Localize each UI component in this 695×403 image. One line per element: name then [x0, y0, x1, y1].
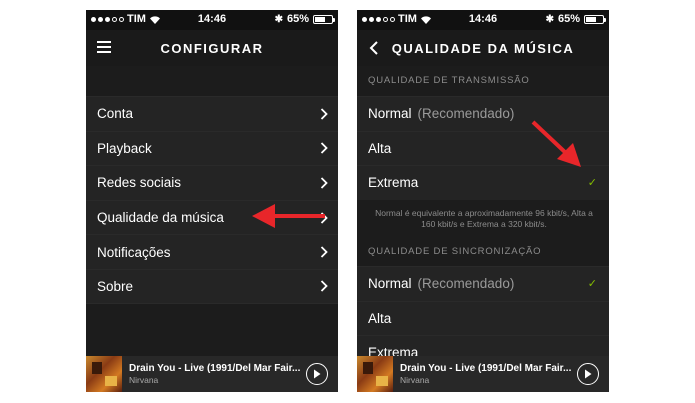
menu-icon[interactable]	[97, 41, 111, 53]
streaming-quality-options: Normal (Recomendado) Alta Extrema ✓	[357, 96, 609, 200]
menu-item-label: Redes sociais	[97, 175, 182, 191]
option-label: Extrema	[368, 175, 419, 191]
page-title: CONFIGURAR	[160, 40, 264, 56]
track-title: Drain You - Live (1991/Del Mar Fair...	[129, 363, 300, 374]
track-artist: Nirvana	[129, 375, 159, 385]
battery-percent: 65%	[557, 13, 580, 25]
streaming-quality-header: QUALIDADE DE TRANSMISSÃO	[368, 75, 530, 86]
battery-icon	[313, 14, 335, 24]
track-artist: Nirvana	[400, 375, 430, 385]
album-art[interactable]	[357, 356, 393, 392]
option-note: (Recomendado)	[417, 276, 515, 292]
option-label: Alta	[368, 140, 392, 156]
settings-screen: TIM 14:46 ✱ 65% CONFIGURAR Conta Playbac…	[86, 10, 338, 392]
menu-item-label: Playback	[97, 140, 152, 156]
menu-item-playback[interactable]: Playback	[86, 130, 338, 166]
menu-item-label: Notificações	[97, 244, 171, 260]
streaming-option-extrema[interactable]: Extrema ✓	[357, 165, 609, 200]
streaming-option-alta[interactable]: Alta	[357, 130, 609, 166]
streaming-option-normal[interactable]: Normal (Recomendado)	[357, 96, 609, 131]
chevron-right-icon	[320, 211, 328, 224]
play-icon	[585, 369, 592, 379]
chevron-right-icon	[320, 177, 328, 189]
bluetooth-icon: ✱	[274, 13, 283, 25]
menu-item-label: Qualidade da música	[97, 210, 224, 226]
checkmark-icon: ✓	[587, 278, 597, 291]
status-bar: TIM 14:46 ✱ 65%	[357, 10, 609, 30]
menu-item-label: Conta	[97, 106, 134, 122]
play-icon	[314, 369, 321, 379]
chevron-right-icon	[320, 246, 328, 258]
bluetooth-icon: ✱	[545, 13, 554, 25]
page-title: QUALIDADE DA MÚSICA	[391, 40, 575, 56]
play-button[interactable]	[577, 363, 599, 385]
menu-item-conta[interactable]: Conta	[86, 96, 338, 131]
menu-item-qualidade-da-musica[interactable]: Qualidade da música	[86, 199, 338, 235]
sync-option-alta[interactable]: Alta	[357, 300, 609, 336]
settings-menu: Conta Playback Redes sociais Qualidade d…	[86, 96, 338, 304]
chevron-right-icon	[320, 142, 328, 155]
track-title: Drain You - Live (1991/Del Mar Fair...	[400, 363, 571, 374]
chevron-right-icon	[320, 108, 328, 120]
now-playing-bar[interactable]: Drain You - Live (1991/Del Mar Fair... N…	[86, 356, 338, 392]
menu-item-redes-sociais[interactable]: Redes sociais	[86, 165, 338, 200]
checkmark-icon: ✓	[587, 177, 597, 190]
nav-bar: QUALIDADE DA MÚSICA	[357, 30, 609, 66]
sync-option-normal[interactable]: Normal (Recomendado) ✓	[357, 266, 609, 301]
now-playing-bar[interactable]: Drain You - Live (1991/Del Mar Fair... N…	[357, 356, 609, 392]
quality-info-text: Normal é equivalente a aproximadamente 9…	[375, 208, 593, 229]
sync-quality-header: QUALIDADE DE SINCRONIZAÇÃO	[368, 246, 542, 257]
back-chevron-icon[interactable]	[369, 41, 379, 55]
play-button[interactable]	[306, 363, 328, 385]
option-note: (Recomendado)	[417, 106, 515, 122]
sync-quality-options: Normal (Recomendado) ✓ Alta Extrema	[357, 266, 609, 370]
menu-item-sobre[interactable]: Sobre	[86, 268, 338, 304]
battery-percent: 65%	[286, 13, 309, 25]
menu-item-label: Sobre	[97, 278, 134, 294]
menu-item-notificacoes[interactable]: Notificações	[86, 234, 338, 269]
option-label: Alta	[368, 310, 392, 326]
chevron-right-icon	[320, 280, 328, 292]
nav-bar: CONFIGURAR	[86, 30, 338, 66]
option-label: Normal	[368, 106, 412, 122]
status-bar: TIM 14:46 ✱ 65%	[86, 10, 338, 30]
battery-icon	[584, 14, 606, 24]
album-art[interactable]	[86, 356, 122, 392]
music-quality-screen: TIM 14:46 ✱ 65% QUALIDADE DA MÚSICA QUAL…	[357, 10, 609, 392]
option-label: Normal	[368, 276, 412, 292]
